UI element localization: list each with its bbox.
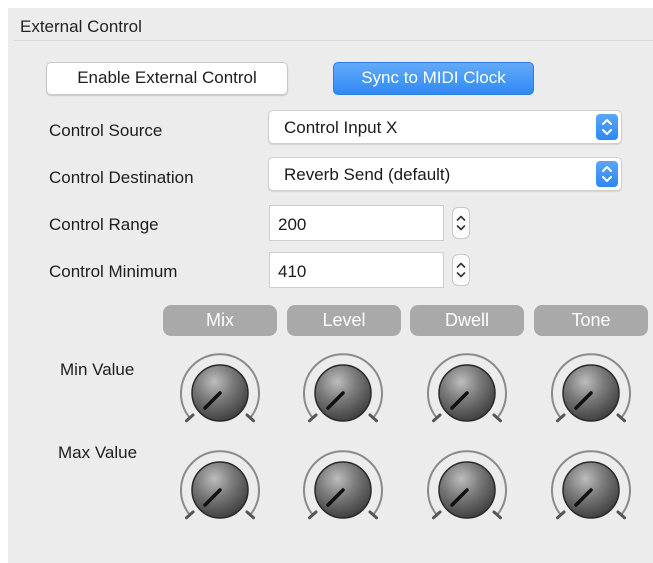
dwell-min-knob[interactable] — [419, 345, 515, 441]
tone-max-knob[interactable] — [543, 442, 639, 538]
tone-min-knob[interactable] — [543, 345, 639, 441]
panel-title: External Control — [20, 17, 142, 36]
control-minimum-value: 410 — [278, 262, 307, 281]
stepper-arrows-icon — [456, 262, 466, 278]
level-min-knob[interactable] — [295, 345, 391, 441]
control-destination-label: Control Destination — [49, 168, 194, 187]
dwell-max-knob[interactable] — [419, 442, 515, 538]
control-range-value: 200 — [278, 215, 307, 234]
enable-external-control-button[interactable]: Enable External Control — [46, 62, 288, 95]
control-minimum-label: Control Minimum — [49, 262, 178, 281]
level-max-knob[interactable] — [295, 442, 391, 538]
knob-header-dwell: Dwell — [410, 305, 524, 336]
knob-header-mix: Mix — [163, 305, 277, 336]
knob-header-level: Level — [287, 305, 401, 336]
control-source-label: Control Source — [49, 121, 163, 140]
control-range-field[interactable]: 200 — [269, 205, 444, 241]
max-value-label: Max Value — [58, 443, 138, 462]
control-range-label: Control Range — [49, 215, 159, 234]
control-source-value: Control Input X — [284, 118, 398, 137]
sync-to-midi-clock-button[interactable]: Sync to MIDI Clock — [333, 62, 534, 95]
select-arrows-icon — [596, 114, 618, 140]
control-source-select[interactable]: Control Input X — [268, 110, 622, 144]
mix-min-knob[interactable] — [172, 345, 268, 441]
min-value-label: Min Value — [60, 360, 135, 379]
control-range-stepper[interactable] — [452, 207, 470, 239]
control-minimum-stepper[interactable] — [452, 254, 470, 286]
control-destination-value: Reverb Send (default) — [284, 165, 451, 184]
knob-header-tone: Tone — [534, 305, 648, 336]
select-arrows-icon — [596, 161, 618, 187]
mix-max-knob[interactable] — [172, 442, 268, 538]
stepper-arrows-icon — [456, 215, 466, 231]
control-minimum-field[interactable]: 410 — [269, 252, 444, 288]
title-divider — [14, 40, 653, 41]
control-destination-select[interactable]: Reverb Send (default) — [268, 157, 622, 191]
